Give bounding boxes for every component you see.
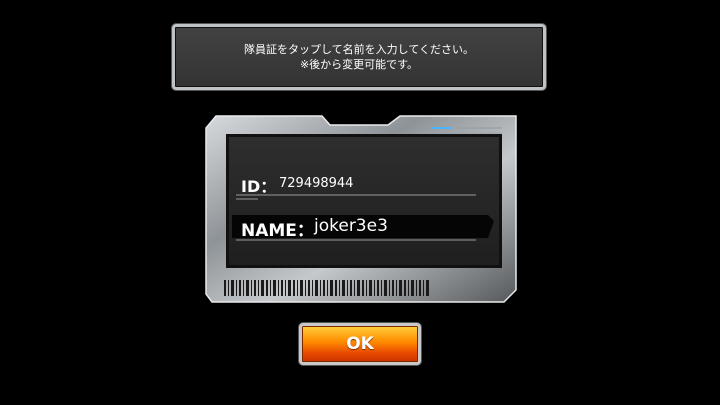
id-value: 729498944 [279, 176, 354, 191]
instruction-box: 隊員証をタップして名前を入力してください。 ※後から変更可能です。 [172, 24, 546, 90]
id-card-frame [205, 115, 517, 303]
id-card[interactable]: ID： 729498944 NAME： joker3e3 [202, 112, 520, 306]
instruction-line-1: 隊員証をタップして名前を入力してください。 [243, 43, 474, 56]
id-label: ID： [241, 177, 277, 196]
ok-button[interactable]: OK [299, 323, 421, 365]
instruction-line-2: ※後から変更可能です。 [299, 58, 419, 71]
name-value[interactable]: joker3e3 [314, 216, 388, 236]
name-label: NAME： [241, 221, 314, 241]
